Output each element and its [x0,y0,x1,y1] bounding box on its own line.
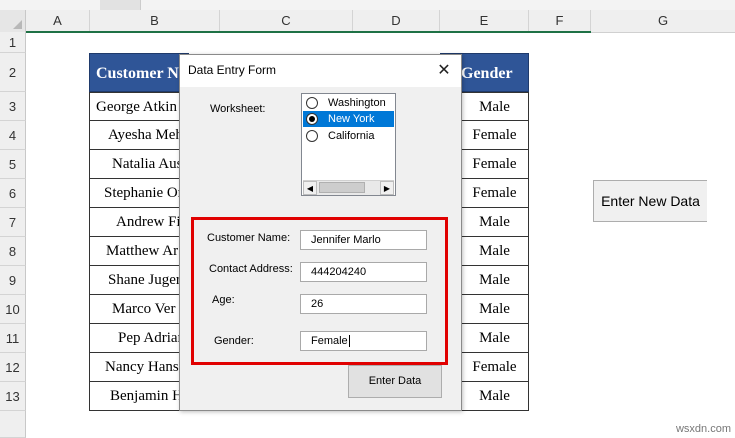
row-header-2[interactable]: 2 [0,53,26,92]
row-header-13[interactable]: 13 [0,382,26,411]
row-header-9[interactable]: 9 [0,266,26,295]
row-header-1[interactable]: 1 [0,32,26,53]
column-header-g[interactable]: G [591,10,735,32]
row-header-3[interactable]: 3 [0,92,26,121]
row-header-5[interactable]: 5 [0,150,26,179]
cell-customer-name[interactable]: Ayesha Meh [89,121,189,150]
worksheet-option-new-york[interactable]: New York [303,111,394,127]
cell-customer-name[interactable]: Shane Juger [89,266,189,295]
age-label: Age: [212,294,235,306]
worksheet-label: Worksheet: [210,103,266,115]
row-header-12[interactable]: 12 [0,353,26,382]
contact-address-label: Contact Address: [209,263,293,275]
row-header-4[interactable]: 4 [0,121,26,150]
column-header-b[interactable]: B [90,10,220,32]
row-header-14[interactable] [0,411,26,438]
row-header-11[interactable]: 11 [0,324,26,353]
column-header-d[interactable]: D [353,10,440,32]
cell-customer-name[interactable]: Marco Ver [89,295,189,324]
column-header-f[interactable]: F [529,10,591,32]
cell-customer-name[interactable]: Matthew Ar [89,237,189,266]
cell-customer-name[interactable]: George Atkin [89,92,189,121]
column-header-e[interactable]: E [440,10,529,32]
close-icon[interactable]: ✕ [435,60,453,80]
sheet-tab-edge [100,0,141,10]
header-customer-name[interactable]: Customer N [89,53,189,92]
data-entry-form-dialog: Data Entry Form ✕ Worksheet: Washington … [179,54,462,411]
worksheet-option-label: New York [328,113,375,125]
row-header-8[interactable]: 8 [0,237,26,266]
cell-customer-name[interactable]: Pep Adrian [89,324,189,353]
cell-customer-name[interactable]: Natalia Aus [89,150,189,179]
column-header-a[interactable]: A [26,10,90,32]
gender-input[interactable]: Female [300,331,427,351]
listbox-horizontal-scrollbar[interactable]: ◀ ▶ [303,180,394,195]
dialog-title-bar[interactable]: Data Entry Form ✕ [180,55,461,87]
active-range-indicator [26,31,591,33]
enter-new-data-button[interactable]: Enter New Data [593,180,707,222]
cell-customer-name[interactable]: Benjamin H [89,382,189,411]
contact-address-input[interactable]: 444204240 [300,262,427,282]
cell-customer-name[interactable]: Stephanie Or [89,179,189,208]
customer-name-label: Customer Name: [207,232,291,244]
scroll-right-icon[interactable]: ▶ [380,181,394,195]
scroll-left-icon[interactable]: ◀ [303,181,317,195]
radio-icon [306,130,318,142]
dialog-title: Data Entry Form [188,63,277,77]
ribbon-edge [0,0,735,10]
worksheet-option-label: California [328,130,375,142]
gender-label: Gender: [214,335,254,347]
column-header-c[interactable]: C [220,10,353,32]
row-header-6[interactable]: 6 [0,179,26,208]
row-header-7[interactable]: 7 [0,208,26,237]
row-header-10[interactable]: 10 [0,295,26,324]
customer-name-input[interactable]: Jennifer Marlo [300,230,427,250]
cell-customer-name[interactable]: Andrew Fi [89,208,189,237]
worksheet-listbox[interactable]: Washington New York California ◀ ▶ [301,93,396,196]
worksheet-option-washington[interactable]: Washington [303,95,394,111]
gender-input-value: Female [311,335,348,347]
age-input[interactable]: 26 [300,294,427,314]
text-caret [348,335,350,348]
cell-customer-name[interactable]: Nancy Hans [89,353,189,382]
worksheet-option-label: Washington [328,97,386,109]
select-all-corner[interactable] [0,10,26,32]
enter-data-button[interactable]: Enter Data [348,365,442,398]
radio-selected-icon [306,113,318,125]
scrollbar-thumb[interactable] [319,182,365,193]
watermark: wsxdn.com [675,423,731,435]
radio-icon [306,97,318,109]
worksheet-option-california[interactable]: California [303,128,394,144]
